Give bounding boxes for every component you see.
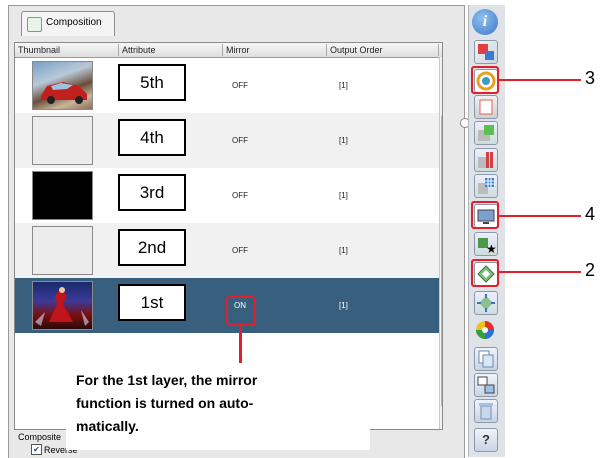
layer-star-icon[interactable]: ★ bbox=[474, 232, 498, 256]
trash-glyph bbox=[479, 403, 493, 420]
layer-star-glyph: ★ bbox=[478, 238, 497, 256]
attribute-label-5th: 5th bbox=[118, 64, 186, 101]
thumbnail-black bbox=[32, 171, 93, 220]
scrollbar-thumb[interactable] bbox=[441, 115, 442, 407]
help-icon[interactable]: ? bbox=[474, 428, 498, 452]
highlight-box-3 bbox=[471, 66, 499, 94]
column-header-mirror[interactable]: Mirror bbox=[223, 44, 327, 56]
mirror-value[interactable]: OFF bbox=[232, 246, 248, 255]
attribute-label-2nd: 2nd bbox=[118, 229, 186, 266]
split-icon[interactable] bbox=[474, 373, 498, 397]
column-header-attribute[interactable]: Attribute bbox=[119, 44, 223, 56]
mirror-value[interactable]: OFF bbox=[232, 81, 248, 90]
attribute-label-3rd: 3rd bbox=[118, 174, 186, 211]
mirror-value[interactable]: OFF bbox=[232, 136, 248, 145]
diamond-arrows-glyph bbox=[477, 294, 495, 312]
grid-layer-glyph bbox=[478, 178, 494, 194]
svg-text:★: ★ bbox=[486, 242, 497, 255]
mirror-value[interactable]: OFF bbox=[232, 191, 248, 200]
callout-number-4: 4 bbox=[585, 204, 596, 224]
thumbnail-blank bbox=[32, 226, 93, 275]
highlight-box-4 bbox=[471, 201, 499, 229]
output-order-value[interactable]: [1] bbox=[339, 191, 348, 200]
diamond-arrows-icon[interactable] bbox=[474, 291, 498, 315]
output-order-value[interactable]: [1] bbox=[339, 81, 348, 90]
thumbnail-car-photo bbox=[32, 61, 93, 110]
annotation-note: For the 1st layer, the mirror function i… bbox=[66, 363, 370, 450]
callout-line-note bbox=[239, 326, 242, 364]
table-row-2nd[interactable]: 2nd OFF [1] bbox=[15, 223, 442, 278]
highlight-mirror-on bbox=[226, 296, 256, 326]
help-glyph: ? bbox=[482, 432, 490, 447]
attribute-label-4th: 4th bbox=[118, 119, 186, 156]
info-icon[interactable]: i bbox=[472, 9, 498, 35]
scroll-down-icon[interactable]: ▼ bbox=[441, 415, 442, 427]
copy-glyph bbox=[478, 350, 494, 368]
blank-layer-glyph bbox=[479, 99, 493, 115]
callout-number-3: 3 bbox=[585, 68, 596, 88]
note-line-1: For the 1st layer, the mirror bbox=[76, 372, 258, 388]
output-order-value[interactable]: [1] bbox=[339, 301, 348, 310]
composition-tab-icon bbox=[27, 17, 42, 32]
fantasy-art-icon bbox=[35, 287, 89, 326]
table-row-5th[interactable]: 5th OFF [1] bbox=[15, 58, 442, 113]
thumbnail-fantasy-art bbox=[32, 281, 93, 330]
column-header-thumbnail[interactable]: Thumbnail bbox=[15, 44, 119, 56]
callout-line-3 bbox=[499, 79, 581, 81]
plus-layer-icon[interactable] bbox=[474, 121, 498, 145]
table-header: Thumbnail Attribute Mirror Output Order bbox=[15, 43, 442, 58]
callout-line-2 bbox=[499, 271, 581, 273]
composite-label: Composite bbox=[18, 432, 62, 442]
reverse-checkbox[interactable]: ✔ bbox=[31, 444, 42, 455]
color-wheel-icon[interactable] bbox=[474, 319, 496, 341]
output-order-value[interactable]: [1] bbox=[339, 246, 348, 255]
note-line-2: function is turned on auto- bbox=[76, 395, 254, 411]
callout-number-2: 2 bbox=[585, 260, 596, 280]
note-line-3: matically. bbox=[76, 418, 139, 434]
thumbnail-blank bbox=[32, 116, 93, 165]
color-wheel-glyph bbox=[476, 321, 494, 339]
plus-layer-glyph bbox=[478, 125, 494, 141]
bars-layer-icon[interactable] bbox=[474, 148, 498, 172]
bars-layer-glyph bbox=[478, 152, 493, 168]
callout-line-4 bbox=[499, 215, 581, 217]
table-row-3rd[interactable]: 3rd OFF [1] bbox=[15, 168, 442, 223]
layer-settings-glyph bbox=[478, 44, 494, 60]
output-order-value[interactable]: [1] bbox=[339, 136, 348, 145]
scroll-up-icon[interactable]: ▲ bbox=[441, 59, 442, 71]
grid-layer-icon[interactable] bbox=[474, 174, 498, 198]
highlight-box-2 bbox=[471, 259, 499, 287]
table-row-4th[interactable]: 4th OFF [1] bbox=[15, 113, 442, 168]
blank-layer-icon[interactable] bbox=[474, 95, 498, 119]
tab-composition-label: Composition bbox=[46, 17, 102, 28]
split-glyph bbox=[477, 376, 495, 394]
attribute-label-1st: 1st bbox=[118, 284, 186, 321]
copy-icon[interactable] bbox=[474, 347, 498, 371]
car-photo-icon bbox=[41, 82, 87, 104]
trash-icon[interactable] bbox=[474, 399, 498, 423]
layer-settings-icon[interactable] bbox=[474, 40, 498, 64]
column-header-output-order[interactable]: Output Order bbox=[327, 44, 439, 56]
